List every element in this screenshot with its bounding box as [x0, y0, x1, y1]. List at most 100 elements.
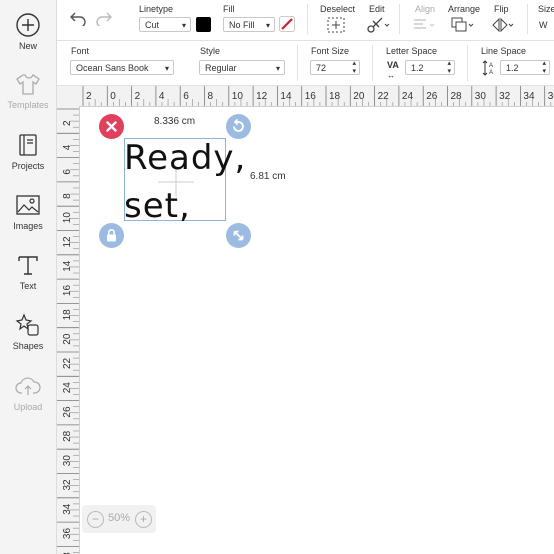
- redo-icon[interactable]: [95, 10, 113, 26]
- lock-icon: [107, 229, 116, 242]
- letter-space-icon: VA: [387, 60, 399, 70]
- align-label: Align: [415, 4, 436, 14]
- sidebar-item-label: Upload: [13, 402, 43, 412]
- sidebar-item-label: Projects: [11, 161, 45, 171]
- ruler-tick-label: 16: [62, 285, 73, 297]
- ruler-tick-label: 26: [426, 91, 438, 102]
- ruler-tick-label: 2: [135, 91, 141, 102]
- top-toolbar: Linetype Cut ▾ Fill No Fill ▾ Deselect E…: [57, 0, 554, 41]
- upload-cloud-icon: [15, 377, 41, 395]
- line-space-stepper[interactable]: 1.2 ▴ ▾: [500, 60, 550, 75]
- ruler-tick-label: 32: [62, 479, 73, 491]
- text-toolbar: Font Ocean Sans Book ▾ Style Regular ▾ F…: [57, 41, 554, 86]
- delete-handle[interactable]: [99, 114, 124, 139]
- zoom-in-button[interactable]: +: [135, 511, 152, 528]
- deselect-icon[interactable]: [327, 17, 345, 33]
- edit-label: Edit: [369, 4, 385, 14]
- sidebar-item-label: Templates: [7, 100, 49, 110]
- line-space-value: 1.2: [506, 63, 519, 73]
- ruler-tick-label: 14: [280, 91, 292, 102]
- pen-color-icon[interactable]: [279, 16, 295, 32]
- text-object[interactable]: Ready, set,: [124, 134, 246, 230]
- ruler-tick-label: 12: [256, 91, 268, 102]
- ruler-tick-label: 16: [305, 91, 317, 102]
- ruler-tick-label: 6: [62, 169, 73, 175]
- align-icon[interactable]: [413, 18, 437, 32]
- line-color-swatch[interactable]: [196, 17, 211, 32]
- height-dimension: 6.81 cm: [250, 171, 286, 182]
- linetype-label: Linetype: [139, 4, 174, 14]
- chevron-down-icon: ▾: [181, 21, 186, 30]
- chevron-down-icon: ▾: [275, 64, 280, 73]
- sidebar-item-templates[interactable]: Templates: [0, 71, 56, 110]
- book-icon: [19, 134, 37, 156]
- letter-space-label: Letter Space: [386, 46, 438, 56]
- sidebar-item-label: Text: [19, 281, 37, 291]
- ruler-tick-label: 28: [451, 91, 463, 102]
- ruler-tick-label: 12: [62, 236, 73, 248]
- ruler-tick-label: 30: [475, 91, 487, 102]
- font-size-label: Font Size: [311, 46, 350, 56]
- sidebar-item-images[interactable]: Images: [0, 192, 56, 231]
- ruler-tick-label: 36: [62, 528, 73, 540]
- chevron-down-icon: ▾: [164, 64, 169, 73]
- ruler-vertical: 2468101214161820222426283032343638: [57, 106, 80, 554]
- edit-scissors-icon[interactable]: [366, 17, 390, 33]
- linetype-select[interactable]: Cut ▾: [139, 17, 191, 32]
- sidebar-item-label: Shapes: [12, 341, 44, 351]
- ruler-tick-label: 8: [62, 193, 73, 199]
- ruler-tick-label: 18: [329, 91, 341, 102]
- rotate-handle[interactable]: [226, 114, 251, 139]
- zoom-level: 50%: [108, 512, 131, 524]
- ruler-tick-label: 8: [208, 91, 214, 102]
- stepper-arrows-icon[interactable]: ▴ ▾: [352, 61, 356, 74]
- style-value: Regular: [205, 63, 237, 73]
- ruler-vertical-ticks: 2468101214161820222426283032343638: [57, 108, 79, 554]
- font-size-stepper[interactable]: 72 ▴ ▾: [310, 60, 360, 75]
- letter-space-stepper[interactable]: 1.2 ▴ ▾: [405, 60, 455, 75]
- ruler-tick-label: 0: [110, 91, 116, 102]
- rotate-icon: [233, 118, 244, 132]
- ruler-tick-label: 20: [353, 91, 365, 102]
- style-select[interactable]: Regular ▾: [199, 60, 285, 75]
- ruler-tick-label: 14: [62, 260, 73, 272]
- zoom-out-button[interactable]: −: [87, 511, 104, 528]
- font-label: Font: [71, 46, 90, 56]
- ruler-tick-label: 28: [62, 430, 73, 442]
- ruler-tick-label: 10: [62, 212, 73, 224]
- arrange-icon[interactable]: [451, 17, 475, 33]
- sidebar-item-new[interactable]: New: [0, 12, 56, 51]
- sidebar-item-upload[interactable]: Upload: [0, 373, 56, 412]
- stepper-arrows-icon[interactable]: ▴ ▾: [447, 61, 451, 74]
- ruler-tick-label: 26: [62, 406, 73, 418]
- font-size-value: 72: [316, 63, 327, 73]
- ruler-tick-label: 32: [499, 91, 511, 102]
- undo-icon[interactable]: [69, 10, 87, 26]
- style-label: Style: [200, 46, 221, 56]
- left-sidebar: New Templates Projects Images Text Shape…: [0, 0, 57, 554]
- ruler-tick-label: 6: [183, 91, 189, 102]
- resize-icon: [233, 230, 244, 241]
- fill-select[interactable]: No Fill ▾: [223, 17, 275, 32]
- sidebar-item-projects[interactable]: Projects: [0, 132, 56, 171]
- arrange-label: Arrange: [448, 4, 481, 14]
- arrows-horizontal-icon: ↔: [387, 71, 395, 80]
- font-select[interactable]: Ocean Sans Book ▾: [70, 60, 174, 75]
- ruler-tick-label: 18: [62, 309, 73, 321]
- ruler-tick-label: 24: [62, 382, 73, 394]
- sidebar-item-label: New: [18, 41, 37, 51]
- lock-handle[interactable]: [99, 223, 124, 248]
- ruler-tick-label: 34: [62, 503, 73, 515]
- stepper-arrows-icon[interactable]: ▴ ▾: [542, 61, 546, 74]
- sidebar-item-text[interactable]: Text: [0, 252, 56, 291]
- ruler-tick-label: 10: [232, 91, 244, 102]
- sidebar-item-shapes[interactable]: Shapes: [0, 312, 56, 351]
- flip-icon[interactable]: [491, 17, 515, 33]
- zoom-control: − 50% +: [82, 505, 156, 533]
- resize-handle[interactable]: [226, 223, 251, 248]
- ruler-horizontal: 202468101214161820222426283032343638: [57, 86, 554, 107]
- ruler-tick-label: 30: [62, 455, 73, 467]
- fill-value: No Fill: [229, 20, 255, 30]
- ruler-tick-label: 22: [378, 91, 390, 102]
- ruler-tick-label: 4: [159, 91, 165, 102]
